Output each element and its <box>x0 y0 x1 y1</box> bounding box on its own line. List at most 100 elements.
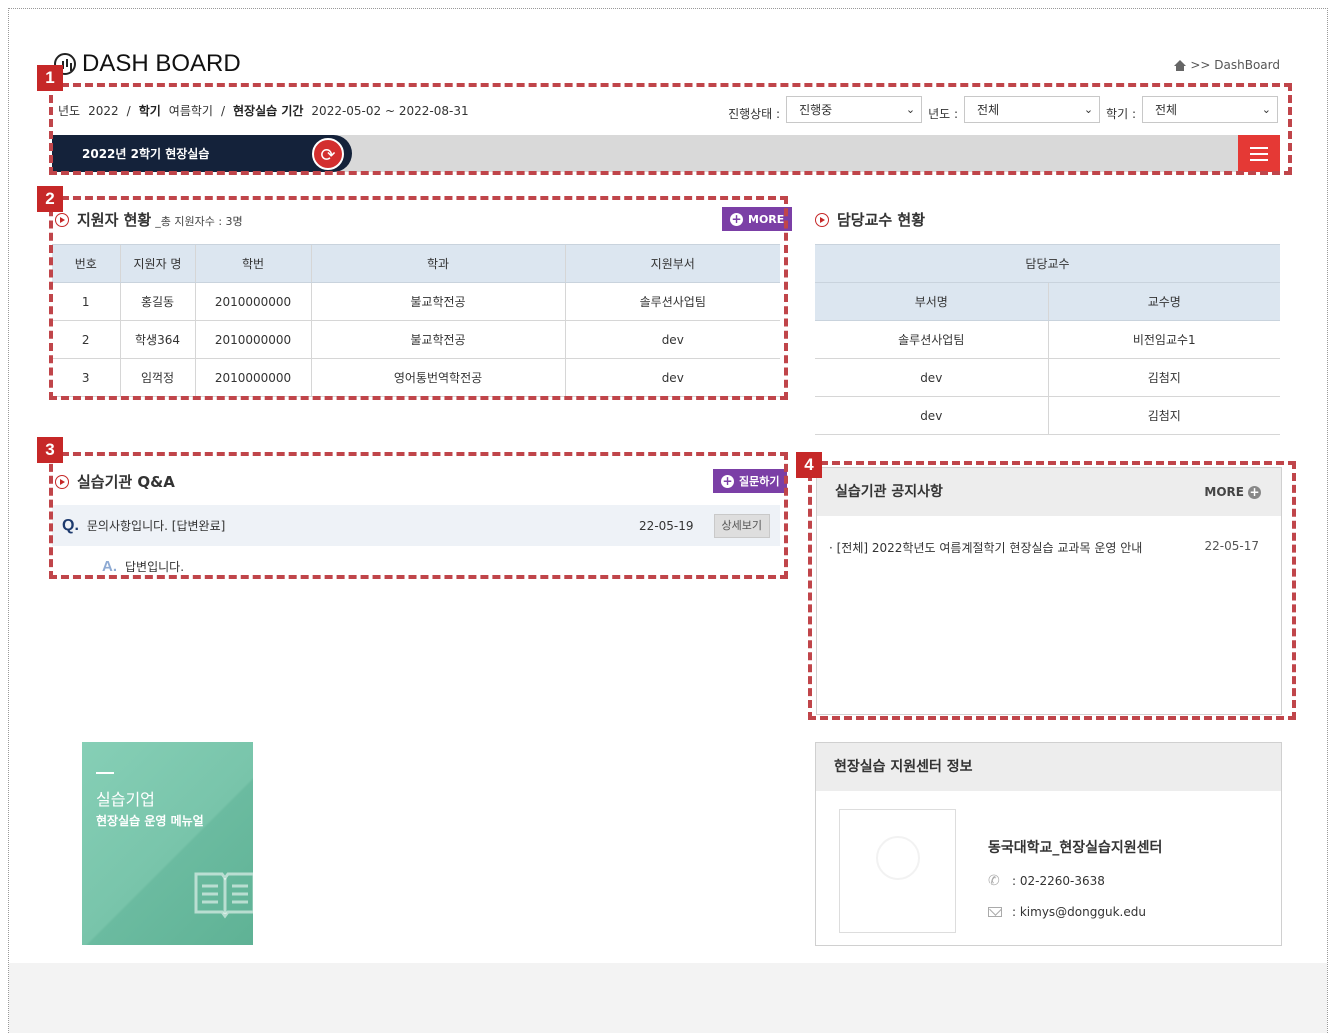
cell-student-id: 2010000000 <box>194 282 311 321</box>
year-select[interactable]: 전체 ⌄ <box>964 96 1101 123</box>
plus-circle-icon: + <box>1248 484 1261 499</box>
list-item[interactable]: · [전체] 2022학년도 여름계절학기 현장실습 교과목 운영 안내 22-… <box>829 539 1259 556</box>
current-term-tab[interactable]: 2022년 2학기 현장실습 <box>52 135 352 172</box>
table-header-row: 부서명 교수명 <box>815 282 1280 321</box>
notice-more-button[interactable]: MORE + <box>1204 468 1261 516</box>
notice-title: 실습기관 공지사항 <box>835 484 943 500</box>
status-filter-label: 진행상태 : <box>728 107 781 121</box>
cell-department: dev <box>564 320 780 359</box>
period-value: 2022-05-02 ~ 2022-08-31 <box>311 103 469 118</box>
play-circle-icon <box>55 475 69 489</box>
page-title-text: DASH BOARD <box>82 50 241 77</box>
answer-text: 답변입니다. <box>125 560 185 574</box>
cell-no: 1 <box>52 282 120 321</box>
applicants-title-text: 지원자 현황 <box>77 211 152 229</box>
breadcrumb-text[interactable]: >> DashBoard <box>1190 58 1280 72</box>
cell-major: 불교학전공 <box>310 320 565 359</box>
cell-professor: 김첨지 <box>1047 358 1280 397</box>
separator: / <box>126 103 131 118</box>
applicants-count: _총 지원자수 : 3명 <box>155 215 243 228</box>
applicants-more-button[interactable]: + MORE <box>722 207 793 231</box>
cell-name: 홍길동 <box>119 282 195 321</box>
professors-title: 담당교수 현황 <box>815 209 925 230</box>
table-row: dev 김첨지 <box>815 358 1280 397</box>
year-label: 년도 <box>58 104 81 118</box>
answer-mark: A. <box>102 558 117 575</box>
table-header-row: 번호 지원자 명 학번 학과 지원부서 <box>52 244 780 283</box>
hamburger-icon <box>1250 146 1268 149</box>
filter-bar: 진행상태 : 진행중 ⌄ 년도 : 전체 ⌄ 학기 : 전체 ⌄ <box>728 96 1278 123</box>
professors-table: 담당교수 부서명 교수명 솔루션사업팀 비전임교수1 dev 김첨지 dev 김… <box>815 244 1280 435</box>
cell-name: 임꺽정 <box>119 358 195 397</box>
manual-banner[interactable]: 실습기업 현장실습 운영 메뉴얼 <box>82 742 253 945</box>
cell-student-id: 2010000000 <box>194 358 311 397</box>
center-info-body: 동국대학교_현장실습지원센터 ✆ : 02-2260-3638 : kimys@… <box>816 791 1281 945</box>
table-row: dev 김첨지 <box>815 396 1280 435</box>
center-email-text[interactable]: : kimys@dongguk.edu <box>1012 905 1146 919</box>
col-professor: 교수명 <box>1047 282 1280 321</box>
menu-button[interactable] <box>1238 135 1280 172</box>
table-row[interactable]: 1 홍길동 2010000000 불교학전공 솔루션사업팀 <box>52 282 780 321</box>
ask-question-button[interactable]: + 질문하기 <box>713 469 788 493</box>
col-major: 학과 <box>310 244 565 283</box>
page-title: DASH BOARD <box>54 50 241 78</box>
cell-name: 학생364 <box>119 320 195 359</box>
detail-button[interactable]: 상세보기 <box>713 513 770 538</box>
col-no: 번호 <box>52 244 120 283</box>
breadcrumb: >> DashBoard <box>1174 58 1280 72</box>
semester-select-value: 전체 <box>1155 103 1178 117</box>
col-student-id: 학번 <box>194 244 311 283</box>
table-row: 솔루션사업팀 비전임교수1 <box>815 320 1280 359</box>
qna-answer: A. 답변입니다. <box>102 558 184 575</box>
col-department: 지원부서 <box>564 244 780 283</box>
plus-circle-icon: + <box>721 473 734 488</box>
professors-title-text: 담당교수 현황 <box>837 211 926 229</box>
logo-seal-icon <box>876 836 920 880</box>
manual-subtitle: 현장실습 운영 메뉴얼 <box>96 814 204 828</box>
table-header-row: 담당교수 <box>815 244 1280 283</box>
qna-title: 실습기관 Q&A <box>55 471 175 492</box>
center-phone: ✆ : 02-2260-3638 <box>988 874 1105 888</box>
applicants-more-label: MORE <box>748 212 785 226</box>
col-name: 지원자 명 <box>119 244 195 283</box>
table-row[interactable]: 3 임꺽정 2010000000 영어통번역학전공 dev <box>52 358 780 397</box>
center-email: : kimys@dongguk.edu <box>988 905 1146 919</box>
table-row[interactable]: 2 학생364 2010000000 불교학전공 dev <box>52 320 780 359</box>
manual-title: 실습기업 <box>96 790 155 809</box>
notice-date: 22-05-17 <box>1204 539 1259 553</box>
question-text[interactable]: 문의사항입니다. [답변완료] <box>87 517 225 534</box>
chevron-down-icon: ⌄ <box>1083 103 1094 116</box>
cell-department: 솔루션사업팀 <box>815 320 1048 359</box>
status-select[interactable]: 진행중 ⌄ <box>786 96 923 123</box>
plus-circle-icon: + <box>730 211 743 226</box>
chevron-down-icon: ⌄ <box>905 103 916 116</box>
cell-major: 불교학전공 <box>310 282 565 321</box>
term-bar: 2022년 2학기 현장실습 ⟳ <box>52 135 1280 172</box>
chevron-down-icon: ⌄ <box>1261 103 1271 116</box>
center-info-title: 현장실습 지원센터 정보 <box>834 759 973 775</box>
cell-department: dev <box>564 358 780 397</box>
question-mark: Q. <box>62 516 79 534</box>
applicants-title: 지원자 현황 _총 지원자수 : 3명 <box>55 209 243 230</box>
cell-department: dev <box>815 358 1048 397</box>
year-select-value: 전체 <box>977 103 1000 117</box>
cell-department: dev <box>815 396 1048 435</box>
phone-icon: ✆ <box>988 873 1000 889</box>
cell-department: 솔루션사업팀 <box>564 282 780 321</box>
footer-area <box>9 963 1327 1033</box>
col-group-professor: 담당교수 <box>815 244 1280 283</box>
cell-professor: 김첨지 <box>1047 396 1280 435</box>
notice-text[interactable]: · [전체] 2022학년도 여름계절학기 현장실습 교과목 운영 안내 <box>829 539 1142 556</box>
status-select-value: 진행중 <box>799 103 833 117</box>
refresh-icon[interactable]: ⟳ <box>312 138 344 170</box>
semester-select[interactable]: 전체 ⌄ <box>1142 96 1278 123</box>
cell-major: 영어통번역학전공 <box>310 358 565 397</box>
qna-question-row[interactable]: Q. 문의사항입니다. [답변완료] 22-05-19 상세보기 <box>52 505 780 546</box>
year-filter-label: 년도 : <box>928 107 959 121</box>
center-info-header: 현장실습 지원센터 정보 <box>816 743 1281 791</box>
center-name: 동국대학교_현장실습지원센터 <box>988 840 1163 856</box>
semester-label: 학기 <box>138 104 161 118</box>
home-icon[interactable] <box>1174 59 1187 71</box>
annotation-badge-4: 4 <box>796 452 822 478</box>
separator: / <box>220 103 225 118</box>
